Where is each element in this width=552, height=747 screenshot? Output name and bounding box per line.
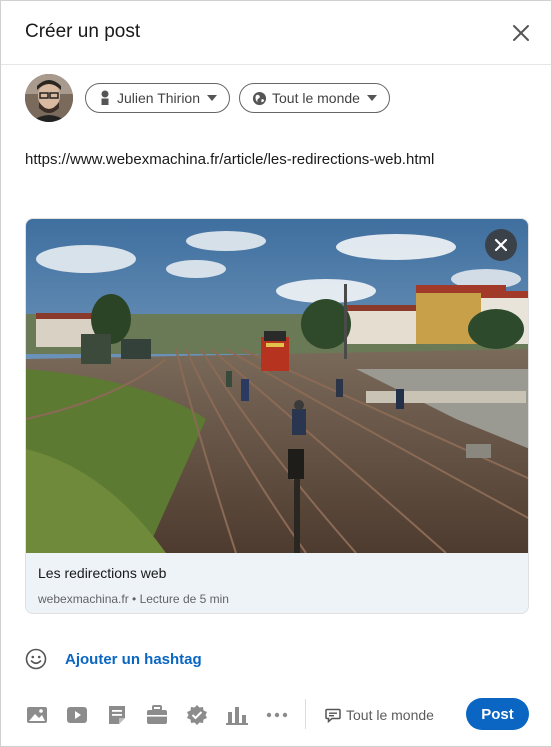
photo-icon[interactable] xyxy=(25,703,49,727)
post-button[interactable]: Post xyxy=(466,698,529,730)
add-hashtag-link[interactable]: Ajouter un hashtag xyxy=(65,651,202,668)
post-text-editor[interactable]: https://www.webexmachina.fr/article/les-… xyxy=(25,151,434,168)
close-button[interactable] xyxy=(505,17,537,49)
celebrate-icon[interactable] xyxy=(185,703,209,727)
more-icon[interactable] xyxy=(265,703,289,727)
video-icon[interactable] xyxy=(65,703,89,727)
close-icon xyxy=(513,25,529,41)
comment-icon xyxy=(325,708,341,723)
visibility-label: Tout le monde xyxy=(346,707,434,723)
close-icon xyxy=(494,238,508,252)
comment-visibility-button[interactable]: Tout le monde xyxy=(325,704,434,726)
audience-label: Tout le monde xyxy=(272,90,360,106)
job-icon[interactable] xyxy=(145,703,169,727)
document-icon[interactable] xyxy=(105,703,129,727)
preview-image xyxy=(26,219,528,554)
author-select-button[interactable]: Julien Thirion xyxy=(85,83,231,113)
preview-meta: webexmachina.fr • Lecture de 5 min xyxy=(38,592,229,606)
footer-divider xyxy=(305,699,306,729)
author-name: Julien Thirion xyxy=(117,90,201,106)
author-row: Julien Thirion Tout le monde xyxy=(25,74,525,122)
create-post-dialog: Créer un post Julien Thirion Tout le mon… xyxy=(0,0,552,747)
hashtag-row: Ajouter un hashtag xyxy=(25,647,202,671)
person-icon xyxy=(98,90,112,106)
remove-preview-button[interactable] xyxy=(485,229,517,261)
chevron-down-icon xyxy=(207,95,218,101)
preview-title: Les redirections web xyxy=(38,565,167,581)
dialog-footer: Tout le monde Post xyxy=(1,691,551,737)
link-preview-card[interactable]: Les redirections web webexmachina.fr • L… xyxy=(25,218,529,614)
chevron-down-icon xyxy=(366,95,377,101)
dialog-header: Créer un post xyxy=(1,1,551,65)
poll-icon[interactable] xyxy=(225,703,249,727)
globe-icon xyxy=(252,91,267,106)
avatar xyxy=(25,74,73,122)
emoji-icon[interactable] xyxy=(25,647,49,671)
dialog-title: Créer un post xyxy=(25,21,141,42)
audience-select-button[interactable]: Tout le monde xyxy=(239,83,390,113)
